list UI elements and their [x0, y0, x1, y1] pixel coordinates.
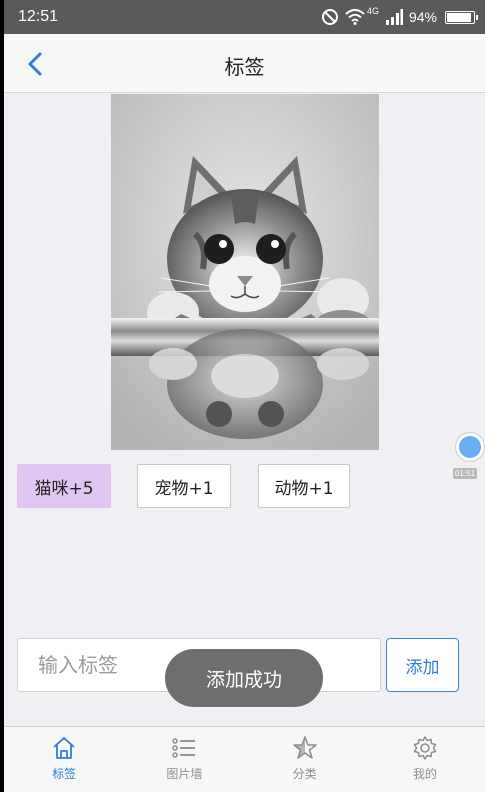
signal-icon	[385, 9, 403, 25]
tab-bar: 标签 图片墙 分类 我的	[4, 726, 485, 792]
tab-label: 分类	[292, 767, 317, 781]
battery-fill	[447, 12, 472, 22]
screen: 12:51 4G 94% 标签 猫咪+5 宠物+1 动物+1 01:51 输入标…	[4, 0, 485, 792]
do-not-disturb-icon	[321, 8, 339, 26]
battery-percent: 94%	[408, 9, 437, 25]
floating-timer-time: 01:51	[453, 468, 478, 479]
toast-message: 添加成功	[165, 649, 323, 707]
tab-label: 图片墙	[166, 767, 203, 781]
floating-dot-icon[interactable]	[455, 432, 485, 462]
home-icon	[53, 737, 75, 759]
tag-chip[interactable]: 猫咪+5	[17, 464, 111, 508]
tag-chip[interactable]: 宠物+1	[137, 464, 231, 508]
nav-bar: 标签	[4, 34, 485, 93]
page-title: 标签	[224, 55, 265, 79]
star-icon	[292, 736, 317, 759]
tab-photo-wall[interactable]: 图片墙	[124, 727, 244, 792]
tab-category[interactable]: 分类	[245, 727, 365, 792]
wifi-icon	[345, 9, 365, 25]
tag-chip[interactable]: 动物+1	[258, 464, 350, 508]
floating-timer[interactable]: 01:51	[452, 432, 485, 484]
tab-label: 标签	[52, 767, 77, 781]
tab-mine[interactable]: 我的	[365, 727, 485, 792]
cat-photo[interactable]	[111, 94, 379, 450]
status-time: 12:51	[18, 8, 59, 25]
status-icons: 4G 94%	[321, 6, 478, 28]
gear-icon	[413, 736, 437, 760]
network-type: 4G	[366, 6, 379, 16]
list-icon	[172, 738, 196, 758]
tab-tags[interactable]: 标签	[4, 727, 124, 792]
add-button[interactable]: 添加	[386, 638, 459, 692]
status-bar: 12:51 4G 94%	[4, 0, 485, 34]
battery-icon	[445, 10, 478, 24]
tab-label: 我的	[412, 767, 437, 781]
